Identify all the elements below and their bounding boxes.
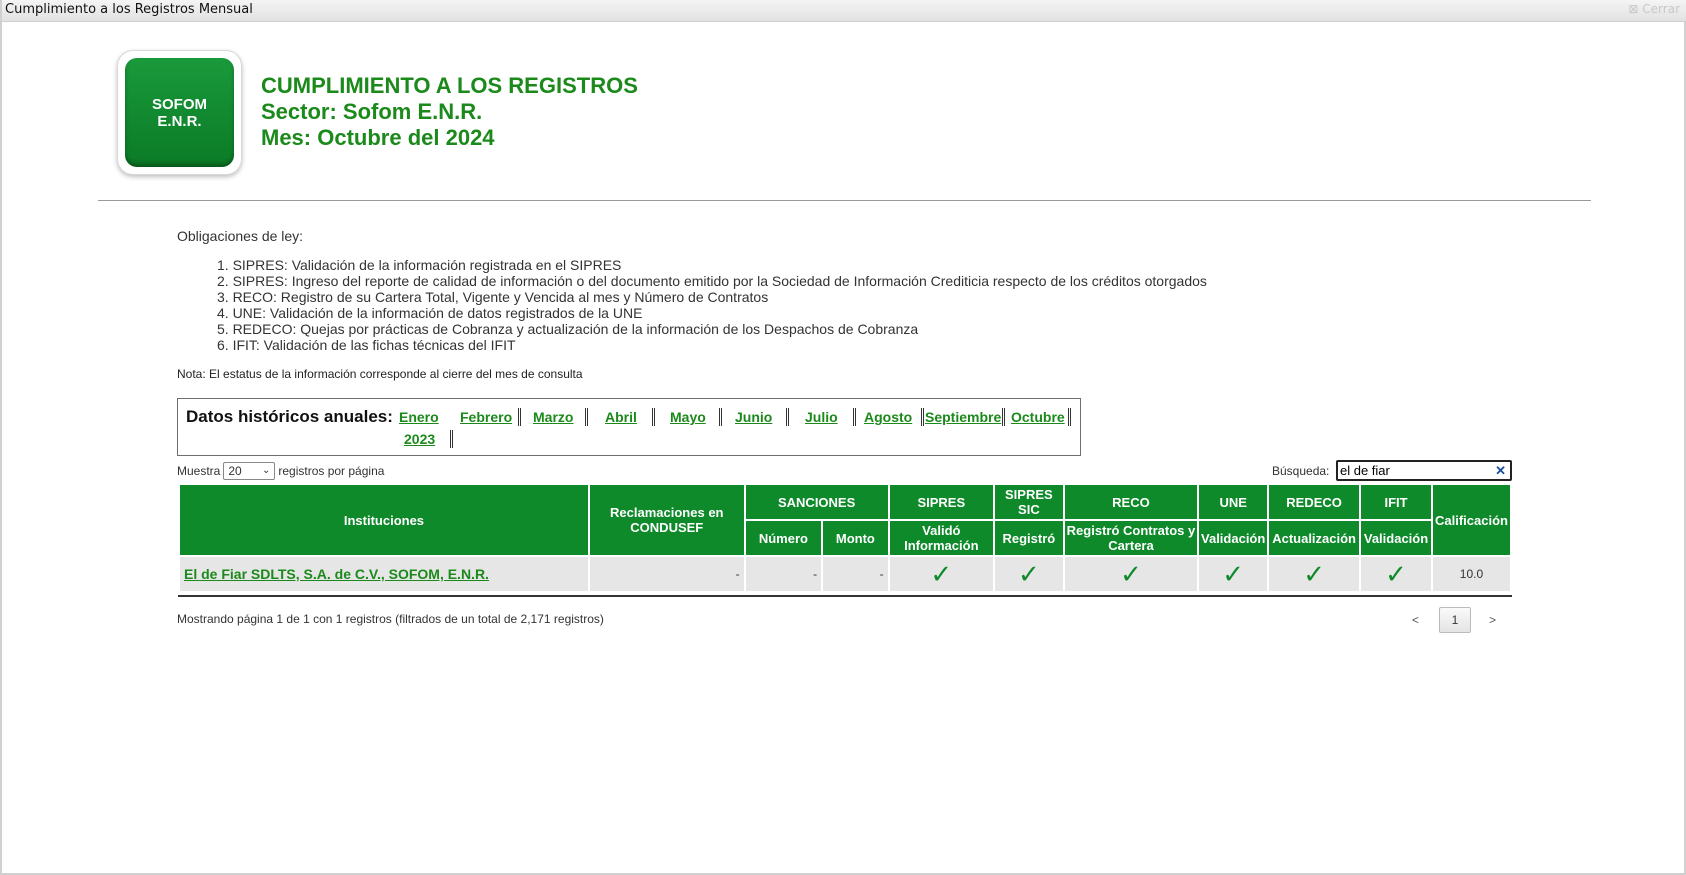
month-link-mayo[interactable]: Mayo — [670, 409, 706, 425]
header-ifit: IFIT — [1361, 485, 1431, 519]
close-button[interactable]: ⊠ Cerrar — [1628, 2, 1680, 16]
header-validacion-ifit[interactable]: Validación — [1361, 521, 1431, 555]
month-link-febrero[interactable]: Febrero — [460, 409, 512, 425]
historical-data-box: Datos históricos anuales: Enero Febrero … — [177, 398, 1081, 456]
separator — [518, 408, 521, 426]
checkmark-icon: ✓ — [1064, 557, 1198, 591]
search-input[interactable]: el de fiar ✕ — [1336, 460, 1512, 481]
header-sipres: SIPRES — [889, 485, 994, 519]
search-value: el de fiar — [1340, 463, 1390, 478]
sofom-logo: SOFOM E.N.R. — [117, 50, 242, 175]
header-monto[interactable]: Monto — [823, 521, 888, 555]
header-reco: RECO — [1064, 485, 1198, 519]
separator — [921, 408, 924, 426]
header-sipres-sic: SIPRES SIC — [995, 485, 1063, 519]
separator — [450, 430, 453, 448]
header-numero[interactable]: Número — [745, 521, 822, 555]
month-link-agosto[interactable]: Agosto — [864, 409, 912, 425]
page-button-1[interactable]: 1 — [1439, 607, 1472, 633]
sanciones-numero-cell: - — [745, 557, 822, 591]
calificacion-cell: 10.0 — [1432, 557, 1510, 591]
checkmark-icon: ✓ — [1361, 557, 1431, 591]
page-title: CUMPLIMIENTO A LOS REGISTROS — [261, 73, 638, 98]
month-link-junio[interactable]: Junio — [735, 409, 772, 425]
header-actualizacion[interactable]: Actualización — [1269, 521, 1360, 555]
table-row: El de Fiar SDLTS, S.A. de C.V., SOFOM, E… — [180, 557, 1510, 591]
header-redeco: REDECO — [1269, 485, 1360, 519]
separator — [1068, 408, 1071, 426]
clear-search-icon[interactable]: ✕ — [1495, 462, 1506, 479]
separator — [1002, 408, 1005, 426]
window-title: Cumplimiento a los Registros Mensual — [5, 2, 253, 17]
month-label: Mes: Octubre del 2024 — [261, 125, 495, 150]
status-note: Nota: El estatus de la información corre… — [177, 367, 583, 381]
obligation-item: 5. REDECO: Quejas por prácticas de Cobra… — [217, 321, 919, 337]
separator — [652, 408, 655, 426]
month-link-enero[interactable]: Enero — [399, 409, 439, 425]
institution-link[interactable]: El de Fiar SDLTS, S.A. de C.V., SOFOM, E… — [184, 566, 489, 582]
header-instituciones[interactable]: Instituciones — [180, 485, 588, 555]
sanciones-monto-cell: - — [823, 557, 888, 591]
header-divider — [98, 200, 1591, 201]
historical-label: Datos históricos anuales: — [186, 407, 393, 426]
checkmark-icon: ✓ — [1269, 557, 1360, 591]
search-label: Búsqueda: — [1272, 464, 1330, 478]
separator — [853, 408, 856, 426]
compliance-table: Instituciones Reclamaciones en CONDUSEF … — [178, 483, 1512, 593]
checkmark-icon: ✓ — [889, 557, 994, 591]
show-prefix: Muestra — [177, 464, 221, 478]
pagination-info: Mostrando página 1 de 1 con 1 registros … — [177, 612, 604, 626]
sector-label: Sector: Sofom E.N.R. — [261, 99, 483, 124]
chevron-down-icon: ⌄ — [261, 465, 271, 476]
checkmark-icon: ✓ — [995, 557, 1063, 591]
obligation-item: 1. SIPRES: Validación de la información … — [217, 257, 622, 273]
logo-line-2: E.N.R. — [157, 112, 202, 130]
year-link-2023[interactable]: 2023 — [404, 431, 435, 447]
header-sanciones: SANCIONES — [745, 485, 888, 519]
show-suffix: registros por página — [278, 464, 385, 478]
month-link-julio[interactable]: Julio — [805, 409, 838, 425]
header-valido-informacion[interactable]: Validó Información — [889, 521, 994, 555]
separator — [585, 408, 588, 426]
header-une: UNE — [1199, 485, 1268, 519]
month-link-octubre[interactable]: Octubre — [1011, 409, 1065, 425]
obligation-item: 3. RECO: Registro de su Cartera Total, V… — [217, 289, 769, 305]
separator — [719, 408, 722, 426]
prev-page-button[interactable]: < — [1412, 613, 1419, 627]
obligation-item: 4. UNE: Validación de la información de … — [217, 305, 643, 321]
obligation-item: 2. SIPRES: Ingreso del reporte de calida… — [217, 273, 1207, 289]
table-bottom-rule — [178, 595, 1512, 597]
separator — [786, 408, 789, 426]
page-size-select[interactable]: 20 ⌄ — [223, 462, 276, 480]
month-link-marzo[interactable]: Marzo — [533, 409, 573, 425]
page-header: CUMPLIMIENTO A LOS REGISTROS Sector: Sof… — [261, 73, 638, 151]
header-validacion-une[interactable]: Validación — [1199, 521, 1268, 555]
header-registro[interactable]: Registró — [995, 521, 1063, 555]
month-link-septiembre[interactable]: Septiembre — [925, 409, 1001, 425]
reclamaciones-cell: - — [589, 557, 744, 591]
obligations-list: 1. SIPRES: Validación de la información … — [217, 257, 1207, 353]
title-bar: Cumplimiento a los Registros Mensual ⊠ C… — [2, 0, 1686, 22]
header-calificacion[interactable]: Calificación — [1432, 485, 1510, 555]
obligations-title: Obligaciones de ley: — [177, 228, 304, 244]
sofom-logo-badge: SOFOM E.N.R. — [125, 58, 234, 167]
page-size-control: Muestra 20 ⌄ registros por página — [177, 462, 384, 480]
month-link-abril[interactable]: Abril — [605, 409, 637, 425]
pagination: < 1 > — [1412, 607, 1496, 633]
page-size-value: 20 — [228, 464, 242, 478]
app-window: Cumplimiento a los Registros Mensual ⊠ C… — [0, 0, 1686, 875]
institution-cell: El de Fiar SDLTS, S.A. de C.V., SOFOM, E… — [180, 557, 588, 591]
checkmark-icon: ✓ — [1199, 557, 1268, 591]
next-page-button[interactable]: > — [1489, 613, 1496, 627]
obligation-item: 6. IFIT: Validación de las fichas técnic… — [217, 337, 516, 353]
header-registro-contratos[interactable]: Registró Contratos y Cartera — [1064, 521, 1198, 555]
logo-line-1: SOFOM — [152, 95, 207, 113]
header-reclamaciones[interactable]: Reclamaciones en CONDUSEF — [589, 485, 744, 555]
